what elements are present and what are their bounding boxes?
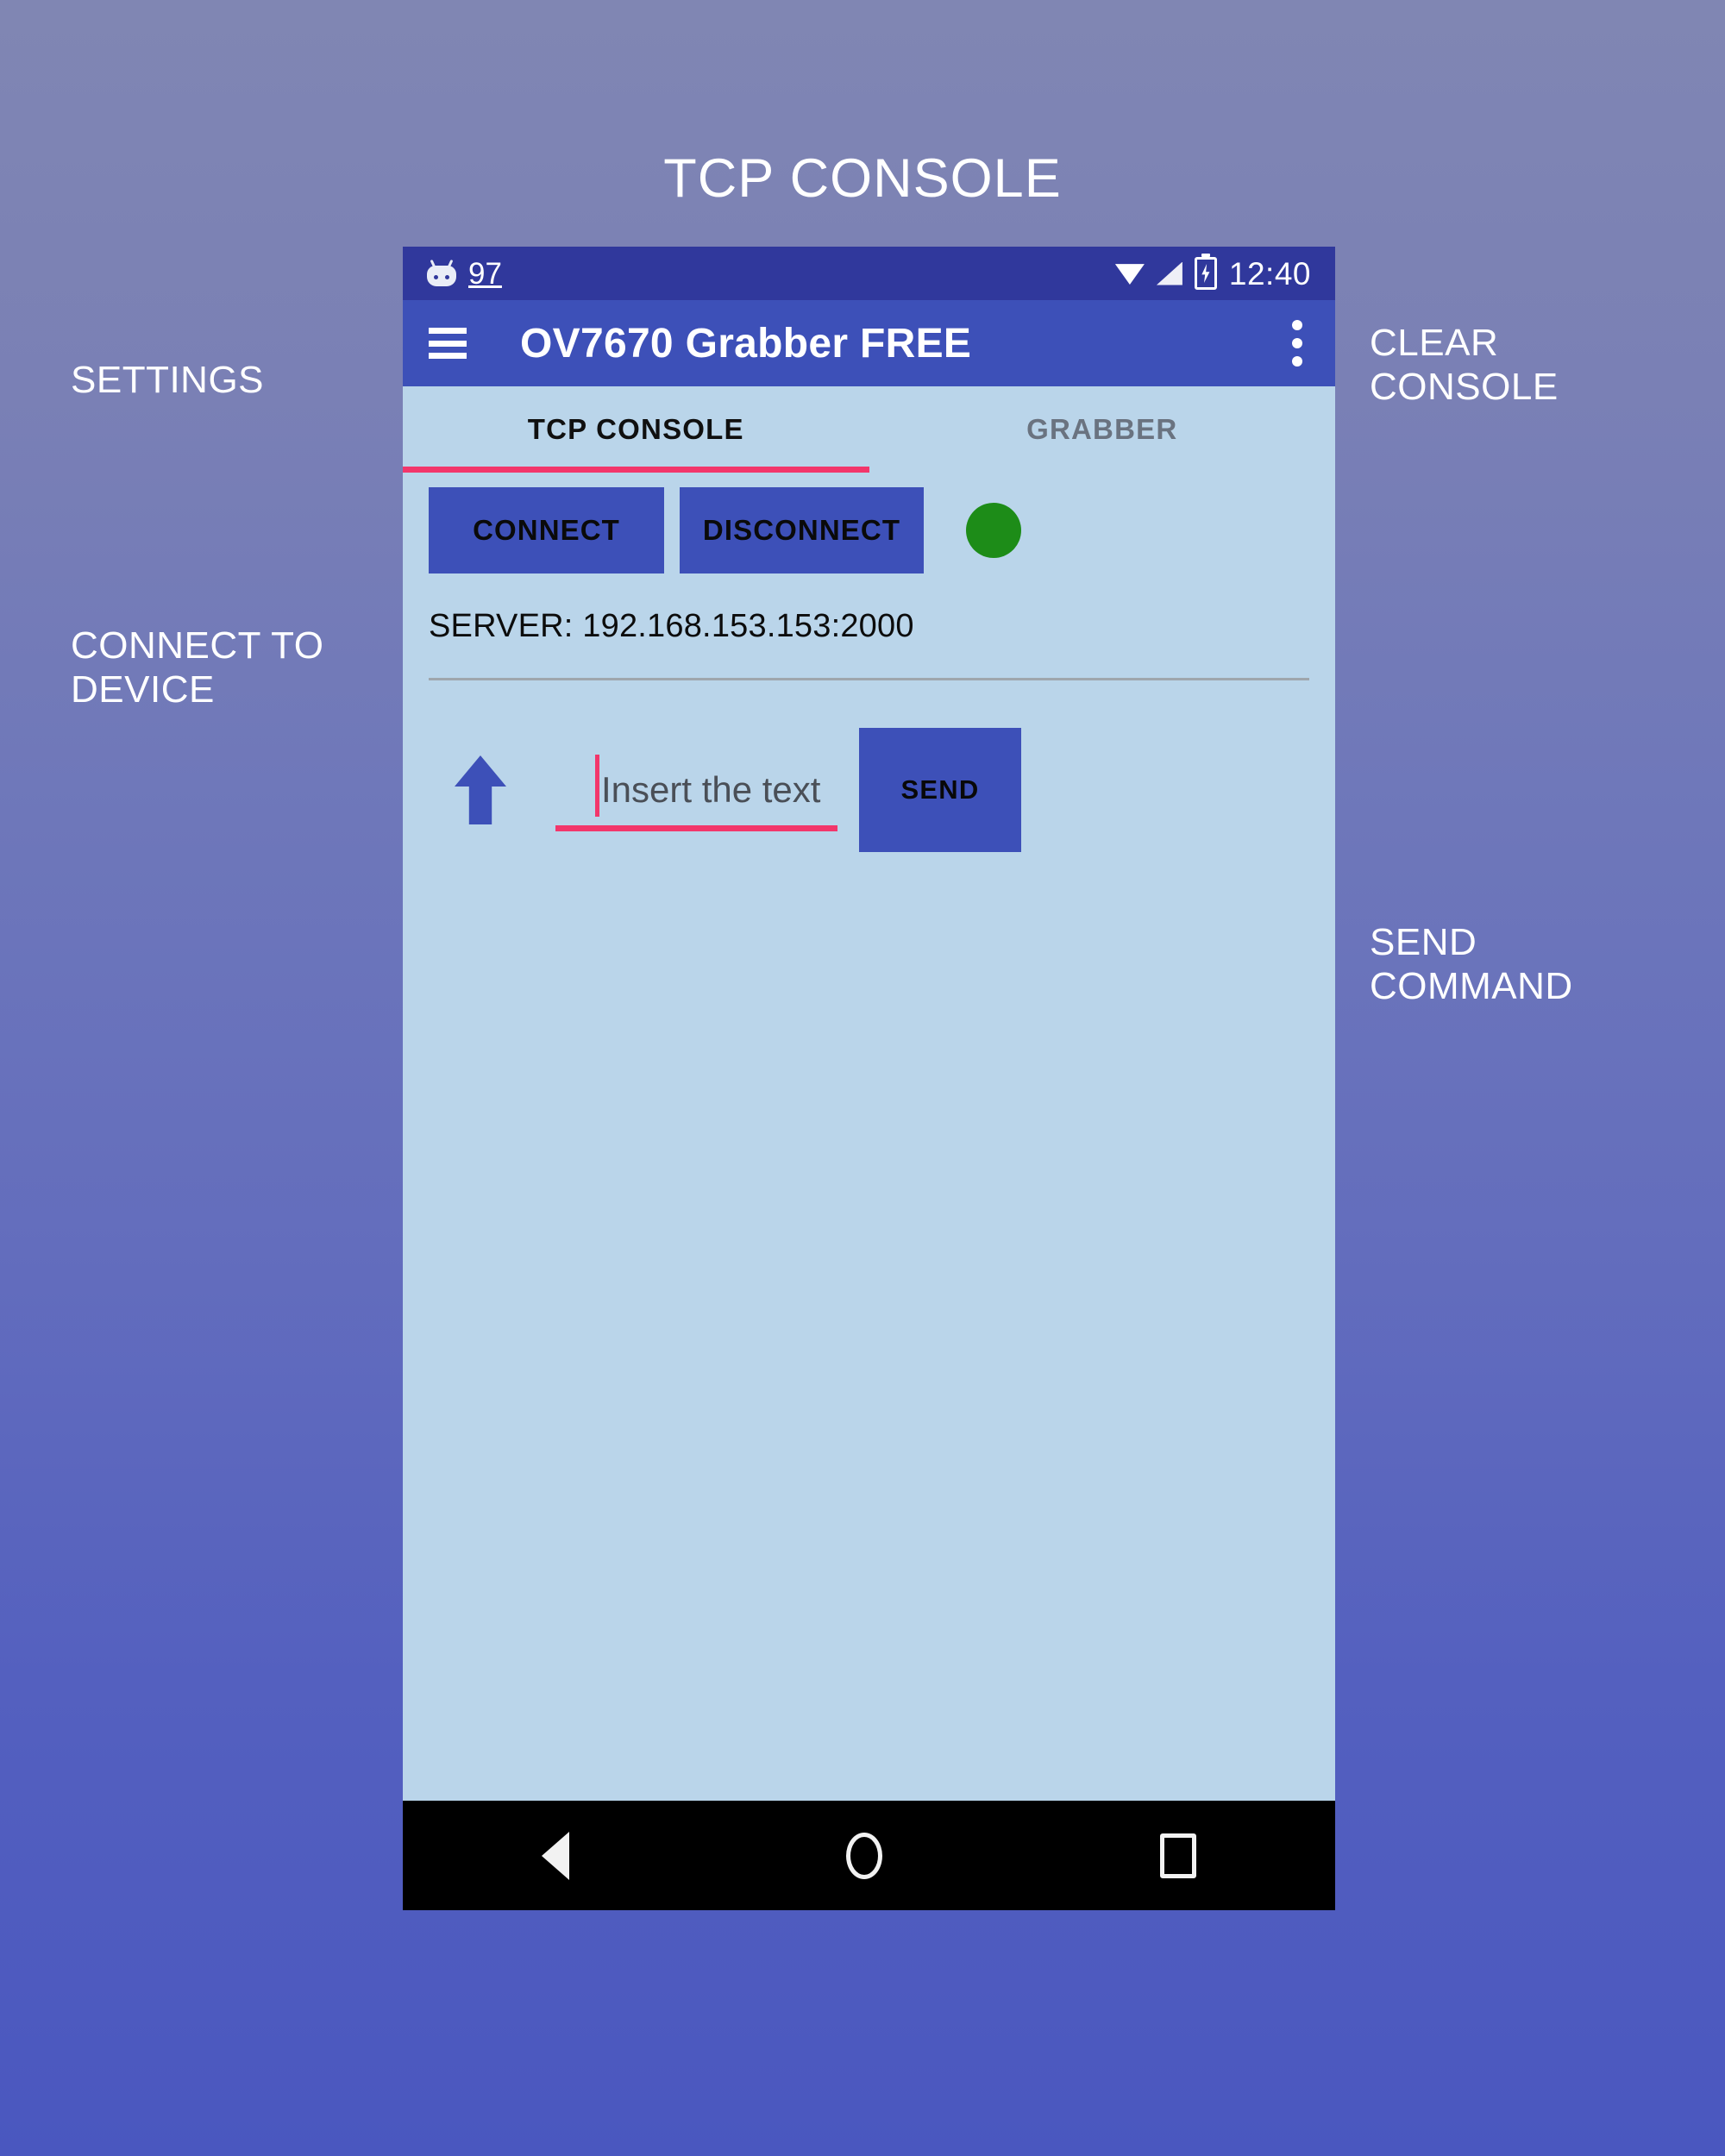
connect-button[interactable]: CONNECT <box>429 487 664 573</box>
command-input-placeholder: Insert the text <box>601 769 821 810</box>
signal-icon <box>1156 261 1182 285</box>
send-command-row: Insert the text SEND <box>403 728 1335 852</box>
battery-percent-label: 97 <box>468 256 502 291</box>
wifi-icon <box>1114 264 1145 285</box>
annotation-clear-console: CLEAR CONSOLE <box>1370 322 1559 409</box>
back-triangle-icon[interactable] <box>541 1831 569 1880</box>
tab-grabber[interactable]: GRABBER <box>869 386 1336 473</box>
status-bar: 97 12:40 <box>403 247 1335 300</box>
annotation-send-command: SEND COMMAND <box>1370 921 1573 1008</box>
input-underline <box>555 825 837 831</box>
connection-button-row: CONNECT DISCONNECT <box>429 487 1309 573</box>
page-title: TCP CONSOLE <box>663 148 1062 209</box>
hamburger-icon[interactable] <box>429 328 467 359</box>
tab-active-indicator <box>403 467 869 473</box>
status-bar-right: 12:40 <box>1114 255 1311 291</box>
send-button[interactable]: SEND <box>859 728 1021 852</box>
annotation-connect-to-device: CONNECT TO DEVICE <box>71 624 324 711</box>
android-head-icon <box>427 259 456 286</box>
console-output-area: Insert the text SEND <box>403 680 1335 1577</box>
home-circle-icon[interactable] <box>846 1832 883 1879</box>
tab-tcp-console[interactable]: TCP CONSOLE <box>403 386 869 473</box>
command-input-wrapper[interactable]: Insert the text <box>555 749 837 831</box>
app-title: OV7670 Grabber FREE <box>520 320 972 367</box>
up-arrow-icon[interactable] <box>455 755 506 824</box>
phone-screenshot: 97 12:40 OV7670 Grabber FREE TCP CONSOLE… <box>403 247 1335 1910</box>
recents-square-icon[interactable] <box>1160 1833 1197 1878</box>
tab-bar: TCP CONSOLE GRABBER <box>403 386 1335 473</box>
kebab-menu-icon[interactable] <box>1292 320 1309 367</box>
text-caret <box>595 755 599 817</box>
status-bar-left: 97 <box>427 259 502 289</box>
disconnect-button[interactable]: DISCONNECT <box>680 487 924 573</box>
battery-charging-icon <box>1194 257 1217 290</box>
connection-panel: CONNECT DISCONNECT SERVER: 192.168.153.1… <box>403 473 1335 680</box>
annotation-settings: SETTINGS <box>71 359 265 401</box>
app-bar: OV7670 Grabber FREE <box>403 300 1335 386</box>
connection-status-indicator <box>966 503 1021 558</box>
server-address-label: SERVER: 192.168.153.153:2000 <box>429 608 914 644</box>
android-nav-bar <box>403 1801 1335 1910</box>
status-bar-clock: 12:40 <box>1228 255 1311 291</box>
